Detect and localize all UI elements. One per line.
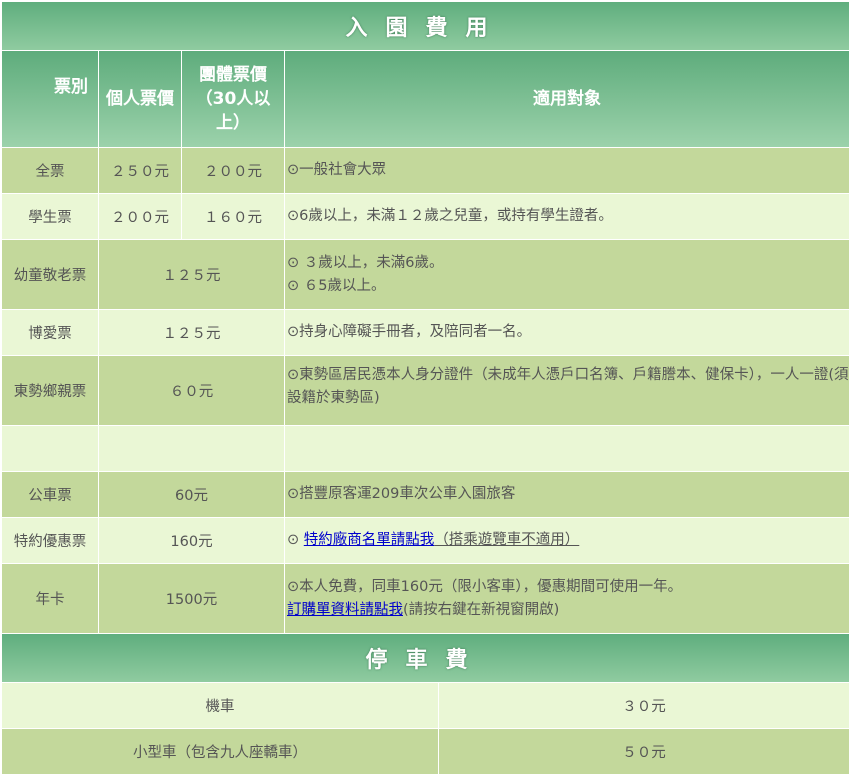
- row-target-line: ⊙ ３歲以上，未滿6歲。: [287, 254, 444, 271]
- parking-fee: ３０元: [439, 683, 851, 729]
- row-price: 60元: [99, 472, 285, 518]
- header-group-price: 團體票價（30人以上）: [182, 51, 285, 148]
- row-type: 全票: [2, 148, 99, 194]
- row-type: 東勢鄉親票: [2, 356, 99, 426]
- link-note: (請按右鍵在新視窗開啟): [403, 601, 560, 618]
- row-target-line: ⊙ ６5歲以上。: [287, 277, 386, 294]
- empty-cell: [2, 426, 99, 472]
- link-note: （搭乘遊覽車不適用）: [434, 532, 580, 548]
- row-target: ⊙一般社會大眾: [285, 148, 851, 194]
- row-target-line: ⊙本人免費，同車160元（限小客車），優惠期間可使用一年。: [287, 578, 683, 595]
- parking-table: 停車費 機車 ３０元 小型車（包含九人座轎車） ５０元: [2, 634, 851, 775]
- row-type: 公車票: [2, 472, 99, 518]
- fee-tables: 入園費用 票別 個人票價 團體票價（30人以上） 適用對象 全票 ２５０元 ２０…: [2, 2, 851, 775]
- row-type: 幼童敬老票: [2, 240, 99, 310]
- row-individual-price: ２５０元: [99, 148, 182, 194]
- admission-title: 入園費用: [2, 2, 851, 51]
- row-price: 1500元: [99, 564, 285, 634]
- row-target: ⊙ ３歲以上，未滿6歲。 ⊙ ６5歲以上。: [285, 240, 851, 310]
- bullet: ⊙: [287, 532, 304, 548]
- header-individual-price: 個人票價: [99, 51, 182, 148]
- row-group-price: １６０元: [182, 194, 285, 240]
- partner-list-link[interactable]: 特約廠商名單請點我: [304, 532, 435, 548]
- order-form-link[interactable]: 訂購單資料請點我: [287, 602, 403, 618]
- parking-vehicle: 機車: [2, 683, 439, 729]
- row-target: ⊙東勢區居民憑本人身分證件（未成年人憑戶口名簿、戶籍謄本、健保卡），一人一證(須…: [285, 356, 851, 426]
- row-type: 年卡: [2, 564, 99, 634]
- empty-cell: [99, 426, 285, 472]
- admission-table: 入園費用 票別 個人票價 團體票價（30人以上） 適用對象 全票 ２５０元 ２０…: [2, 2, 851, 634]
- row-target: ⊙6歲以上，未滿１２歲之兒童，或持有學生證者。: [285, 194, 851, 240]
- header-ticket-type: 票別: [2, 51, 99, 148]
- row-type: 特約優惠票: [2, 518, 99, 564]
- row-target: ⊙ 特約廠商名單請點我（搭乘遊覽車不適用）: [285, 518, 851, 564]
- parking-title: 停車費: [2, 634, 851, 683]
- header-target: 適用對象: [285, 51, 851, 148]
- row-price: １２５元: [99, 240, 285, 310]
- row-type: 學生票: [2, 194, 99, 240]
- row-price: ６０元: [99, 356, 285, 426]
- row-type: 博愛票: [2, 310, 99, 356]
- row-target: ⊙搭豐原客運209車次公車入園旅客: [285, 472, 851, 518]
- row-price: １２５元: [99, 310, 285, 356]
- parking-fee: ５０元: [439, 729, 851, 775]
- row-target: ⊙本人免費，同車160元（限小客車），優惠期間可使用一年。 訂購單資料請點我(請…: [285, 564, 851, 634]
- parking-vehicle: 小型車（包含九人座轎車）: [2, 729, 439, 775]
- row-group-price: ２００元: [182, 148, 285, 194]
- empty-cell: [285, 426, 851, 472]
- row-individual-price: ２００元: [99, 194, 182, 240]
- row-target: ⊙持身心障礙手冊者，及陪同者一名。: [285, 310, 851, 356]
- row-price: 160元: [99, 518, 285, 564]
